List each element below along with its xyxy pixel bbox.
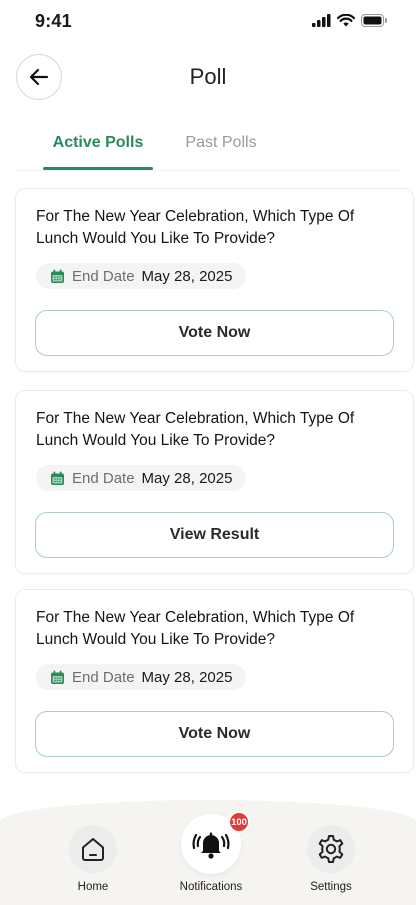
vote-now-button[interactable]: Vote Now: [35, 711, 394, 757]
calendar-icon: [51, 471, 64, 485]
end-date-chip: End Date May 28, 2025: [36, 263, 247, 289]
poll-card: For The New Year Celebration, Which Type…: [15, 188, 414, 372]
home-icon: [82, 838, 104, 861]
poll-question: For The New Year Celebration, Which Type…: [36, 609, 355, 648]
nav-home-circle[interactable]: [69, 825, 117, 873]
bell-icon: [192, 832, 230, 859]
poll-question: For The New Year Celebration, Which Type…: [36, 410, 355, 449]
end-date-label: End Date: [72, 469, 135, 487]
end-date-value: May 28, 2025: [141, 267, 233, 285]
gear-icon: [318, 835, 344, 863]
end-date-chip: End Date May 28, 2025: [36, 465, 247, 491]
page-title: Poll: [189, 64, 227, 89]
calendar-icon: [51, 670, 64, 684]
nav-settings-circle[interactable]: [307, 825, 355, 873]
signal-icon: [312, 14, 331, 27]
end-date-value: May 28, 2025: [141, 668, 233, 686]
view-result-button[interactable]: View Result: [35, 512, 394, 558]
end-date-value: May 28, 2025: [141, 469, 233, 487]
end-date-label: End Date: [72, 668, 135, 686]
poll-card: For The New Year Celebration, Which Type…: [15, 589, 414, 773]
status-bar: 9:41: [0, 0, 416, 44]
nav-label-settings: Settings: [310, 881, 352, 893]
nav-label-home: Home: [77, 881, 109, 893]
battery-icon: [361, 14, 387, 27]
vote-now-button[interactable]: Vote Now: [35, 310, 394, 356]
status-icons: [312, 14, 388, 27]
active-tab-indicator: [43, 167, 153, 170]
end-date-label: End Date: [72, 267, 135, 285]
nav-label-notifications: Notifications: [179, 881, 243, 893]
notification-count-badge: 100: [228, 811, 250, 833]
poll-card: For The New Year Celebration, Which Type…: [15, 390, 414, 574]
calendar-icon: [51, 269, 64, 283]
bottom-nav: Home Notifications Settings: [0, 800, 416, 905]
status-time: 9:41: [35, 11, 72, 31]
wifi-icon: [337, 14, 355, 27]
poll-question: For The New Year Celebration, Which Type…: [36, 208, 355, 247]
poll-tabs: Active Polls Past Polls: [16, 128, 400, 171]
tab-past-polls[interactable]: Past Polls: [176, 134, 266, 152]
tab-active-polls[interactable]: Active Polls: [43, 134, 153, 152]
end-date-chip: End Date May 28, 2025: [36, 664, 247, 690]
header: Poll: [0, 52, 416, 102]
